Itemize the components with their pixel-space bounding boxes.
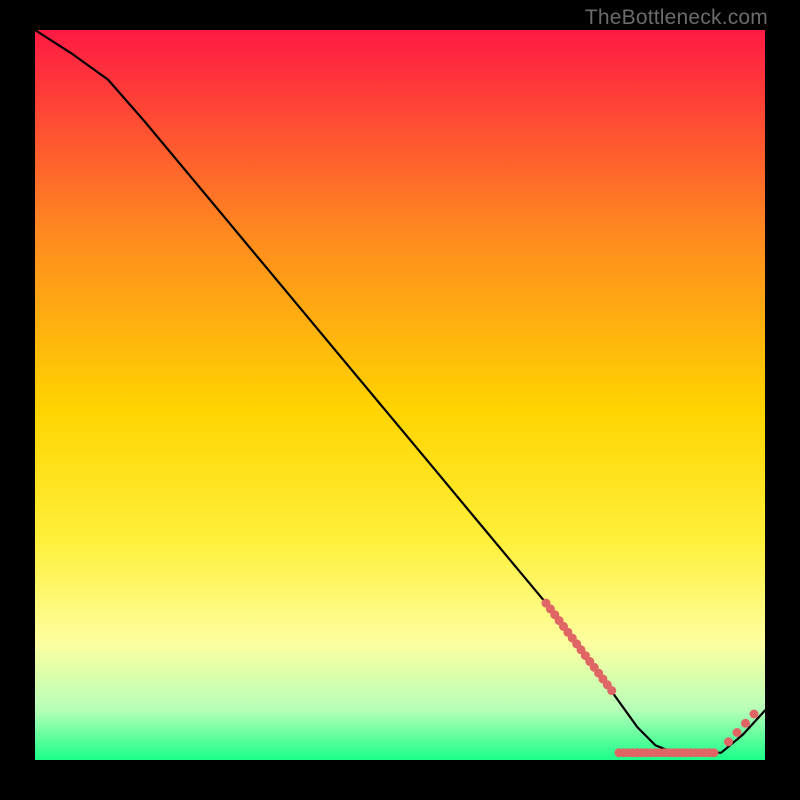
- data-marker: [709, 748, 718, 757]
- curve-layer: [35, 30, 765, 760]
- chart-stage: TheBottleneck.com: [0, 0, 800, 800]
- plot-area: [35, 30, 765, 760]
- data-marker: [724, 737, 733, 746]
- data-marker: [607, 686, 616, 695]
- data-marker: [741, 719, 750, 728]
- marker-group: [542, 599, 759, 758]
- watermark-text: TheBottleneck.com: [585, 6, 768, 30]
- curve-group: [35, 30, 765, 753]
- data-marker: [750, 710, 759, 719]
- bottleneck-curve: [35, 30, 765, 753]
- data-marker: [733, 728, 742, 737]
